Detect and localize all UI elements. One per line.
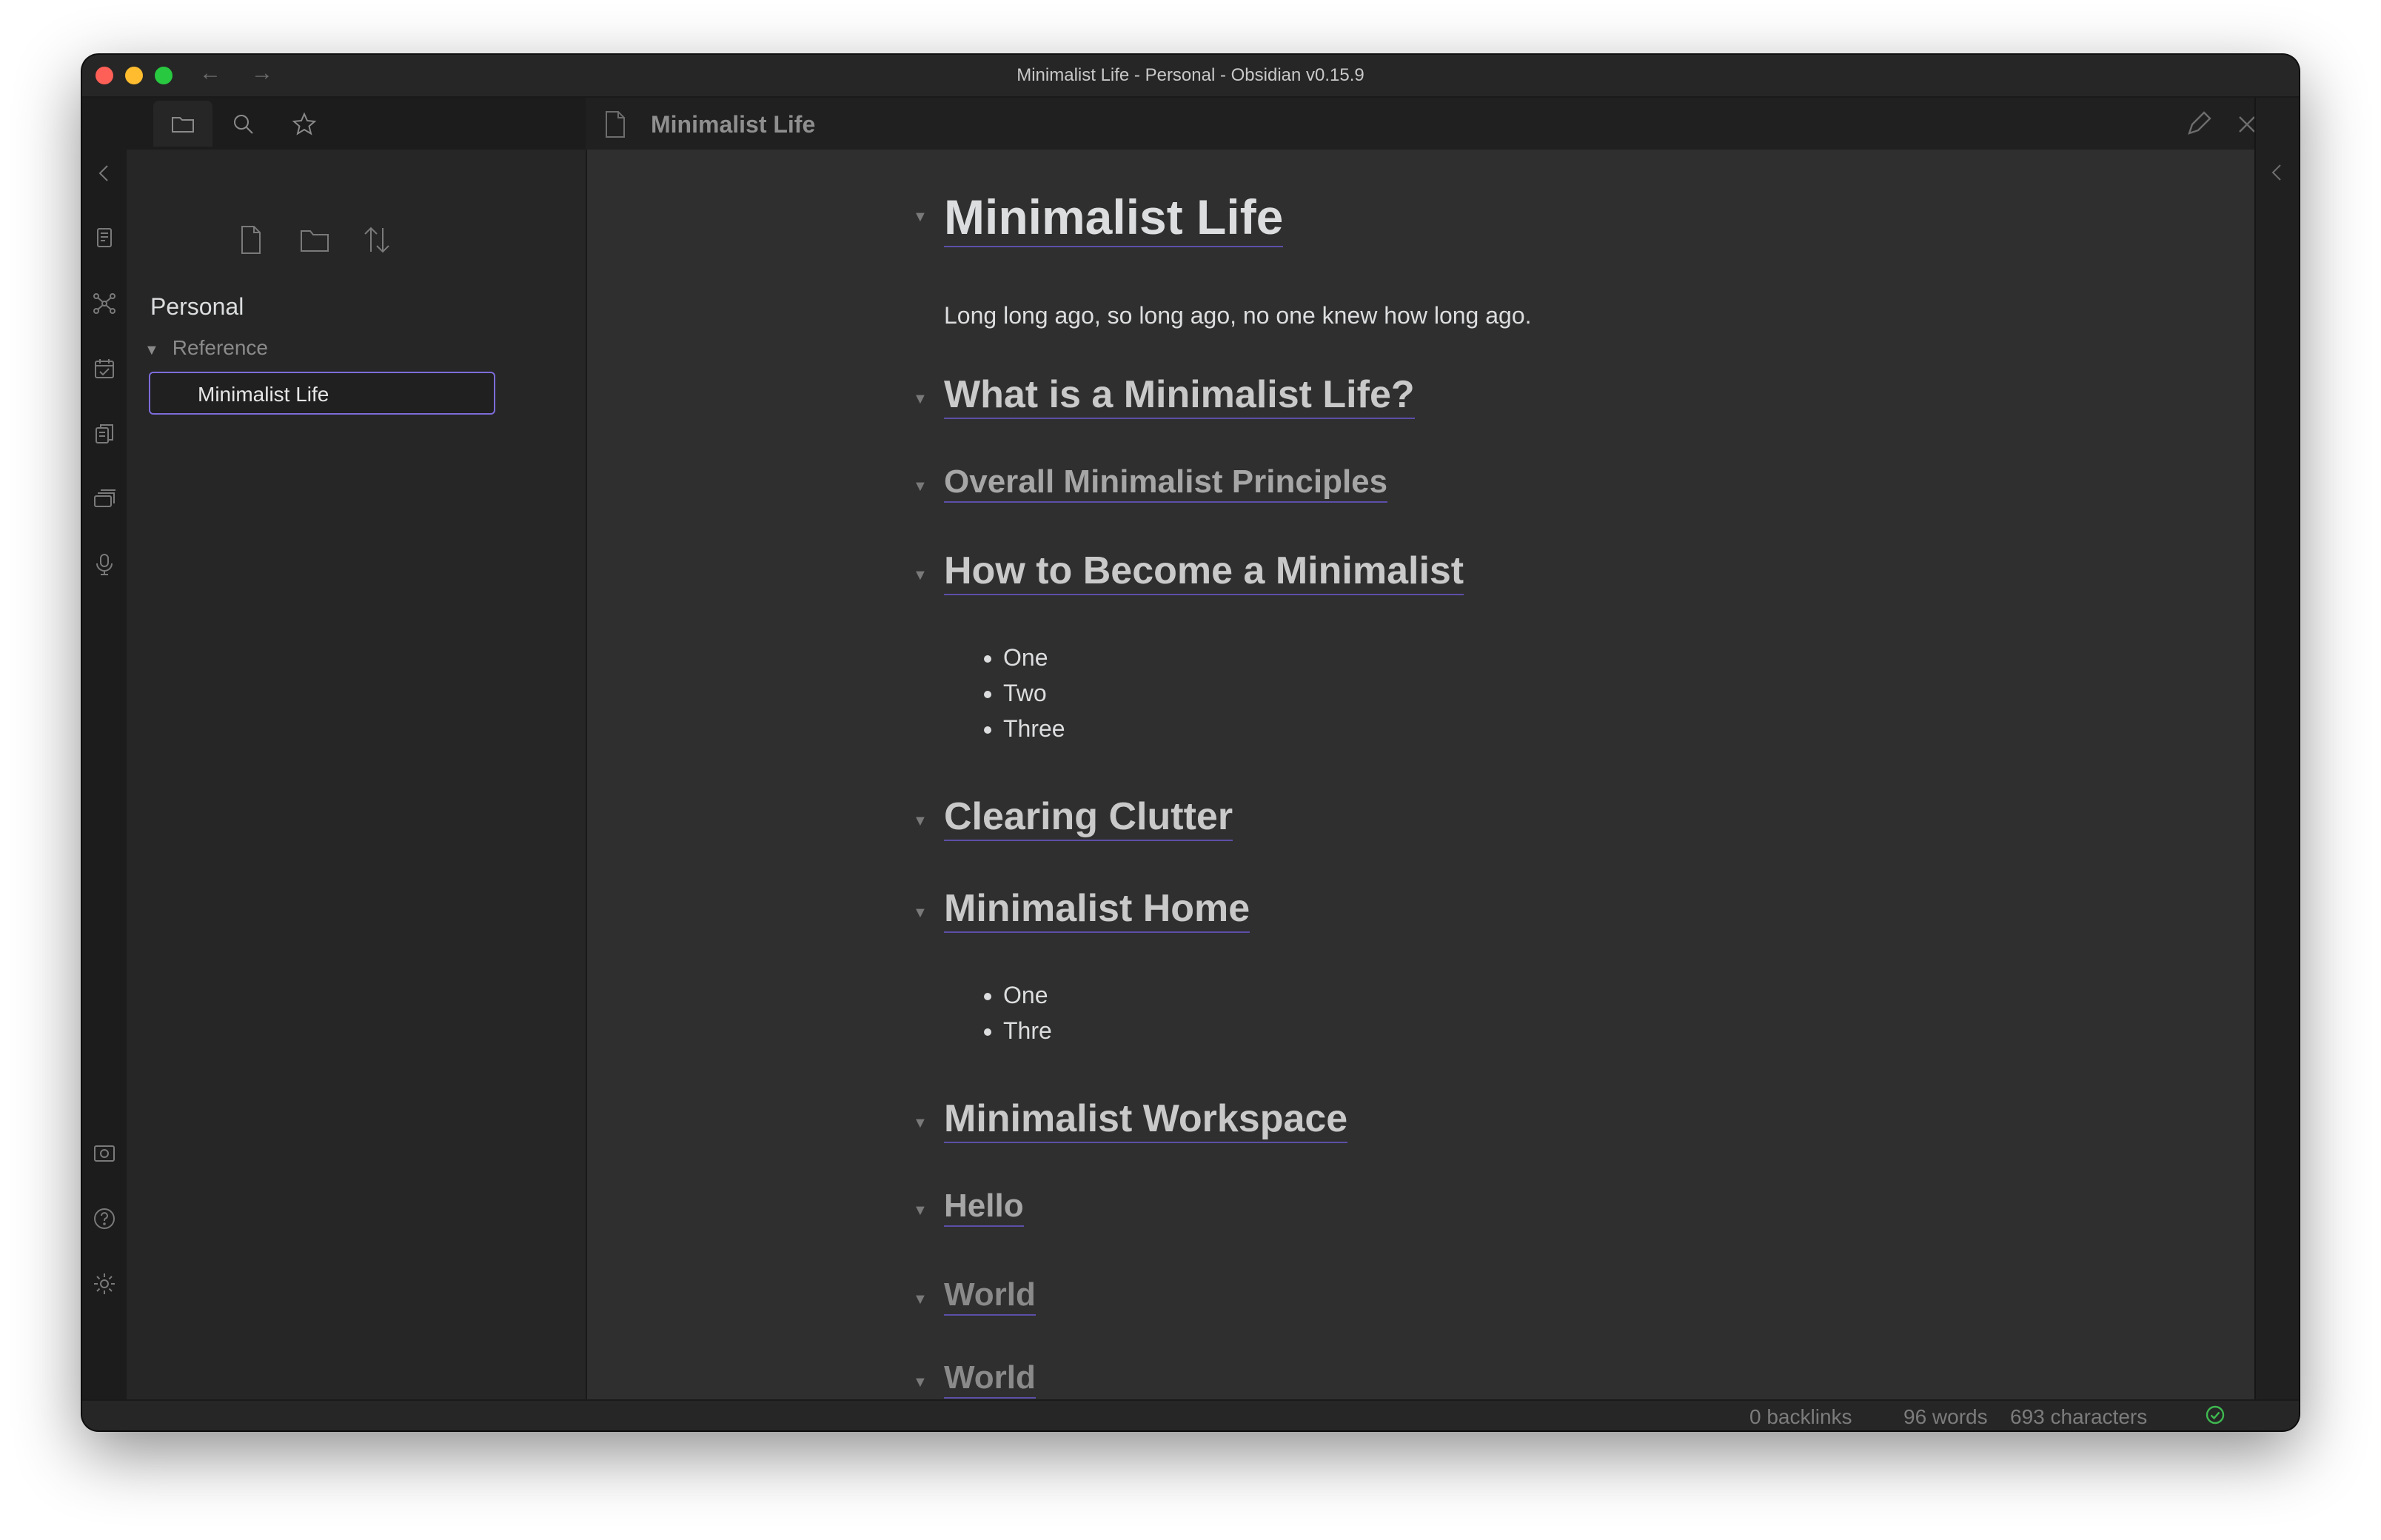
heading-4: World bbox=[944, 1276, 1036, 1316]
list-item: Two bbox=[1003, 675, 1065, 711]
list-item: Three bbox=[1003, 711, 1065, 746]
bookmarks-tab[interactable] bbox=[275, 101, 334, 147]
folder-reference[interactable]: ▼ Reference bbox=[144, 336, 268, 360]
app-window: ← → Minimalist Life - Personal - Obsidia… bbox=[82, 55, 2299, 1430]
fold-chevron-icon[interactable]: ▼ bbox=[913, 813, 928, 830]
chevron-down-icon: ▼ bbox=[144, 342, 159, 358]
sync-check-icon[interactable] bbox=[2204, 1404, 2226, 1426]
heading-block: ▼ Hello bbox=[913, 1188, 1024, 1227]
right-ribbon bbox=[2254, 98, 2299, 1401]
fold-chevron-icon[interactable]: ▼ bbox=[913, 1115, 928, 1132]
vault-name: Personal bbox=[150, 293, 244, 320]
daily-note-icon[interactable] bbox=[91, 355, 118, 382]
fold-chevron-icon[interactable]: ▼ bbox=[913, 391, 928, 408]
heading-block: ▼ World bbox=[913, 1276, 1036, 1316]
bullet-list: One Thre bbox=[944, 977, 1052, 1048]
fold-chevron-icon[interactable]: ▼ bbox=[913, 478, 928, 495]
heading-3: Hello bbox=[944, 1188, 1024, 1227]
slides-icon[interactable] bbox=[91, 486, 118, 512]
bookmark-star-icon bbox=[292, 112, 317, 135]
editor-header: Minimalist Life bbox=[587, 98, 2299, 151]
heading-block: ▼ Clearing Clutter bbox=[913, 795, 1233, 841]
heading-block: ▼ Overall Minimalist Principles bbox=[913, 463, 1388, 503]
heading-block: ▼ World bbox=[913, 1359, 1036, 1399]
fold-chevron-icon[interactable]: ▼ bbox=[913, 905, 928, 922]
fold-chevron-icon[interactable]: ▼ bbox=[913, 567, 928, 584]
heading-2: Minimalist Home bbox=[944, 887, 1250, 933]
heading-1: Minimalist Life bbox=[944, 190, 1284, 247]
heading-block: ▼ How to Become a Minimalist bbox=[913, 549, 1464, 595]
file-explorer-tab[interactable] bbox=[153, 101, 212, 147]
fold-chevron-icon[interactable]: ▼ bbox=[913, 209, 928, 226]
new-note-icon bbox=[241, 226, 261, 254]
status-bar: 0 backlinks 96 words 693 characters bbox=[82, 1399, 2299, 1430]
search-icon bbox=[234, 115, 253, 134]
file-item-minimalist-life[interactable]: Minimalist Life bbox=[149, 372, 495, 415]
heading-block: ▼ Minimalist Life bbox=[913, 190, 1284, 247]
heading-2: Minimalist Workspace bbox=[944, 1097, 1348, 1143]
character-count: 693 characters bbox=[2010, 1405, 2148, 1428]
sidebar-tab-bar bbox=[127, 98, 586, 150]
heading-2: What is a Minimalist Life? bbox=[944, 373, 1415, 419]
fold-chevron-icon[interactable]: ▼ bbox=[913, 1202, 928, 1219]
backlinks-count[interactable]: 0 backlinks bbox=[1749, 1405, 1852, 1429]
title-bar: ← → Minimalist Life - Personal - Obsidia… bbox=[82, 55, 2299, 98]
collapse-left-icon[interactable] bbox=[91, 160, 118, 187]
document-icon bbox=[606, 111, 625, 138]
new-note-button[interactable] bbox=[235, 224, 267, 256]
audio-recorder-icon[interactable] bbox=[91, 551, 118, 578]
file-explorer-pane: Personal ▼ Reference Minimalist Life bbox=[127, 150, 587, 1401]
settings-icon[interactable] bbox=[91, 1270, 118, 1297]
heading-block: ▼ Minimalist Workspace bbox=[913, 1097, 1348, 1143]
left-ribbon bbox=[82, 98, 128, 1401]
heading-5: World bbox=[944, 1359, 1036, 1399]
heading-3: Overall Minimalist Principles bbox=[944, 463, 1388, 503]
view-title[interactable]: Minimalist Life bbox=[651, 111, 815, 138]
heading-2: How to Become a Minimalist bbox=[944, 549, 1464, 595]
word-count: 96 words bbox=[1903, 1405, 1988, 1428]
templates-icon[interactable] bbox=[91, 421, 118, 447]
file-explorer-icon bbox=[172, 117, 194, 133]
folder-label: Reference bbox=[172, 336, 268, 359]
list-item: Thre bbox=[1003, 1013, 1052, 1048]
edit-button[interactable] bbox=[2183, 110, 2213, 139]
heading-block: ▼ What is a Minimalist Life? bbox=[913, 373, 1415, 419]
vault-icon[interactable] bbox=[91, 1140, 118, 1167]
fold-chevron-icon[interactable]: ▼ bbox=[913, 1374, 928, 1391]
help-icon[interactable] bbox=[91, 1205, 118, 1232]
sort-icon bbox=[364, 227, 389, 253]
edit-pencil-icon bbox=[2188, 111, 2211, 135]
window-title: Minimalist Life - Personal - Obsidian v0… bbox=[1017, 65, 1364, 85]
graph-icon[interactable] bbox=[91, 290, 118, 317]
search-tab[interactable] bbox=[214, 101, 273, 147]
sort-button[interactable] bbox=[361, 224, 393, 256]
list-item: One bbox=[1003, 640, 1065, 675]
editor-pane[interactable]: ▼ Minimalist Life Long long ago, so long… bbox=[587, 150, 2299, 1401]
paragraph: Long long ago, so long ago, no one knew … bbox=[944, 302, 1532, 329]
new-folder-icon bbox=[301, 230, 329, 252]
list-item: One bbox=[1003, 977, 1052, 1013]
heading-2: Clearing Clutter bbox=[944, 795, 1233, 841]
fold-chevron-icon[interactable]: ▼ bbox=[913, 1291, 928, 1308]
heading-block: ▼ Minimalist Home bbox=[913, 887, 1250, 933]
switcher-icon[interactable] bbox=[91, 225, 118, 252]
expand-right-sidebar-icon[interactable] bbox=[2265, 160, 2290, 185]
bullet-list: One Two Three bbox=[944, 640, 1065, 746]
new-folder-button[interactable] bbox=[298, 224, 331, 256]
